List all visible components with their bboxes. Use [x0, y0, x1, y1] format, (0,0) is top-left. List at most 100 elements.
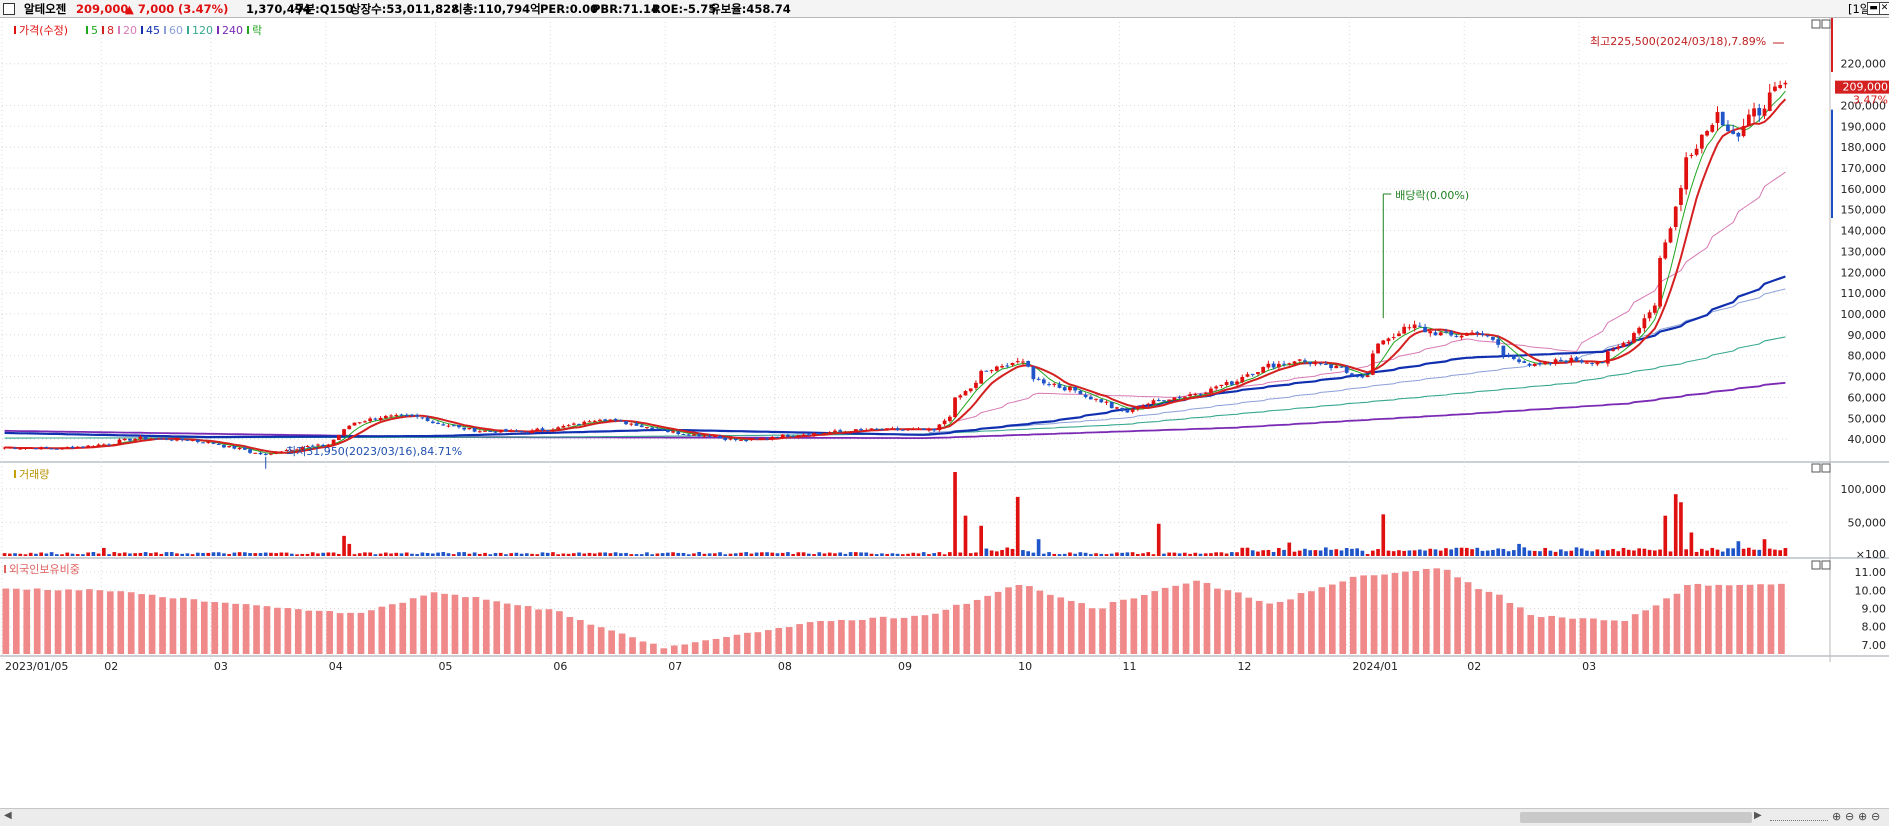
volume-bar: [1099, 553, 1104, 556]
scroll-left-icon[interactable]: ◀: [4, 810, 12, 821]
volume-bar: [1465, 547, 1469, 556]
volume-bar: [1188, 553, 1192, 556]
candle-body: [1705, 131, 1709, 136]
volume-bar: [326, 552, 331, 556]
volume-bar: [827, 552, 832, 556]
scroll-thumb[interactable]: [1520, 812, 1752, 823]
x-tick-label: 02: [1467, 660, 1481, 673]
volume-bar: [1083, 552, 1088, 556]
foreign-bar: [1057, 597, 1065, 654]
zoom-reset-icon[interactable]: ⊕: [1858, 810, 1867, 823]
chart-checkbox[interactable]: [3, 3, 15, 15]
candle-body: [650, 427, 655, 430]
volume-bar: [305, 553, 310, 556]
candle-body: [1104, 401, 1109, 403]
volume-bar: [420, 552, 425, 556]
candle-body: [974, 382, 978, 388]
volume-bar: [65, 552, 70, 556]
candle-body: [1423, 326, 1427, 333]
foreign-bar: [44, 589, 51, 654]
foreign-bar: [1736, 584, 1743, 654]
listed-shares: 상장수:53,011,828: [350, 2, 460, 16]
candle-body: [634, 423, 639, 426]
volume-bar: [248, 553, 252, 556]
horizontal-scrollbar[interactable]: ◀ ▶ ⊕ ⊖ ⊕ ⊖: [0, 808, 1889, 826]
scroll-right-icon[interactable]: ▶: [1754, 810, 1762, 821]
zoom-slider[interactable]: [1770, 810, 1828, 821]
volume-bar: [149, 553, 153, 556]
volume-bar: [916, 553, 921, 556]
volume-bar: [1386, 550, 1391, 556]
volume-bar: [791, 554, 795, 556]
candle-body: [1616, 346, 1621, 349]
legend-label: 120: [192, 24, 213, 37]
volume-bar: [634, 554, 639, 556]
foreign-bar: [629, 637, 636, 654]
foreign-bar: [1214, 588, 1221, 654]
candle-body: [545, 430, 550, 432]
foreign-bar: [1161, 587, 1169, 654]
candle-body: [1000, 366, 1004, 368]
foreign-bar: [618, 633, 626, 654]
candle-body: [587, 421, 592, 423]
zoom-fit-icon[interactable]: ⊖: [1871, 810, 1880, 823]
volume-bar: [451, 554, 456, 556]
legend-swatch: [14, 26, 16, 34]
volume-bar: [1663, 515, 1668, 556]
volume-bar: [525, 553, 529, 556]
volume-bar: [467, 553, 472, 556]
candle-body: [1386, 338, 1391, 342]
candle-body: [843, 431, 848, 433]
candle-body: [1647, 312, 1652, 319]
volume-bar: [1303, 548, 1307, 556]
candle-body: [211, 442, 216, 444]
zoom-out-icon[interactable]: ⊖: [1845, 810, 1854, 823]
candle-body: [331, 439, 336, 445]
candle-body: [227, 445, 232, 448]
candle-body: [1668, 228, 1673, 243]
candle-body: [39, 447, 44, 450]
volume-bar: [1433, 549, 1438, 556]
foreign-bar: [764, 630, 772, 654]
volume-bar: [624, 552, 628, 556]
foreign-bar: [1642, 610, 1649, 654]
candle-body: [1036, 378, 1041, 380]
foreign-bar: [973, 599, 981, 654]
zoom-in-icon[interactable]: ⊕: [1832, 810, 1841, 823]
volume-bar: [117, 553, 122, 556]
candle-body: [86, 445, 91, 448]
x-tick-label: 2023/01/05: [5, 660, 68, 673]
volume-bar: [519, 553, 524, 556]
candle-body: [1360, 375, 1365, 378]
volume-bar: [848, 552, 853, 556]
candle-body: [1391, 337, 1396, 339]
candle-body: [1564, 361, 1568, 363]
volume-bar: [1616, 551, 1621, 556]
candle-body: [723, 437, 728, 441]
candle-body: [1558, 359, 1563, 362]
volume-bar: [102, 547, 106, 556]
candle-body: [890, 428, 895, 430]
candle-body: [556, 427, 561, 430]
foreign-bar: [441, 593, 448, 654]
volume-bar: [1036, 539, 1041, 556]
candle-body: [984, 370, 989, 372]
candle-body: [1699, 134, 1704, 149]
candle-body: [530, 430, 534, 434]
volume-bar: [770, 552, 775, 556]
candle-body: [1767, 92, 1772, 111]
volume-bar: [723, 554, 728, 556]
close-icon[interactable]: ✕: [1879, 2, 1889, 15]
candle-body: [1146, 403, 1151, 405]
volume-bar: [702, 553, 707, 556]
foreign-bar: [1506, 602, 1514, 654]
volume-bar: [1543, 547, 1547, 556]
foreign-bar: [723, 636, 730, 654]
candle-body: [869, 428, 874, 430]
volume-bar: [551, 552, 555, 556]
foreign-bar: [1537, 617, 1545, 654]
volume-bar: [1015, 496, 1020, 556]
volume-bar: [1047, 552, 1051, 556]
volume-bar: [159, 553, 164, 556]
volume-bar: [342, 535, 346, 556]
